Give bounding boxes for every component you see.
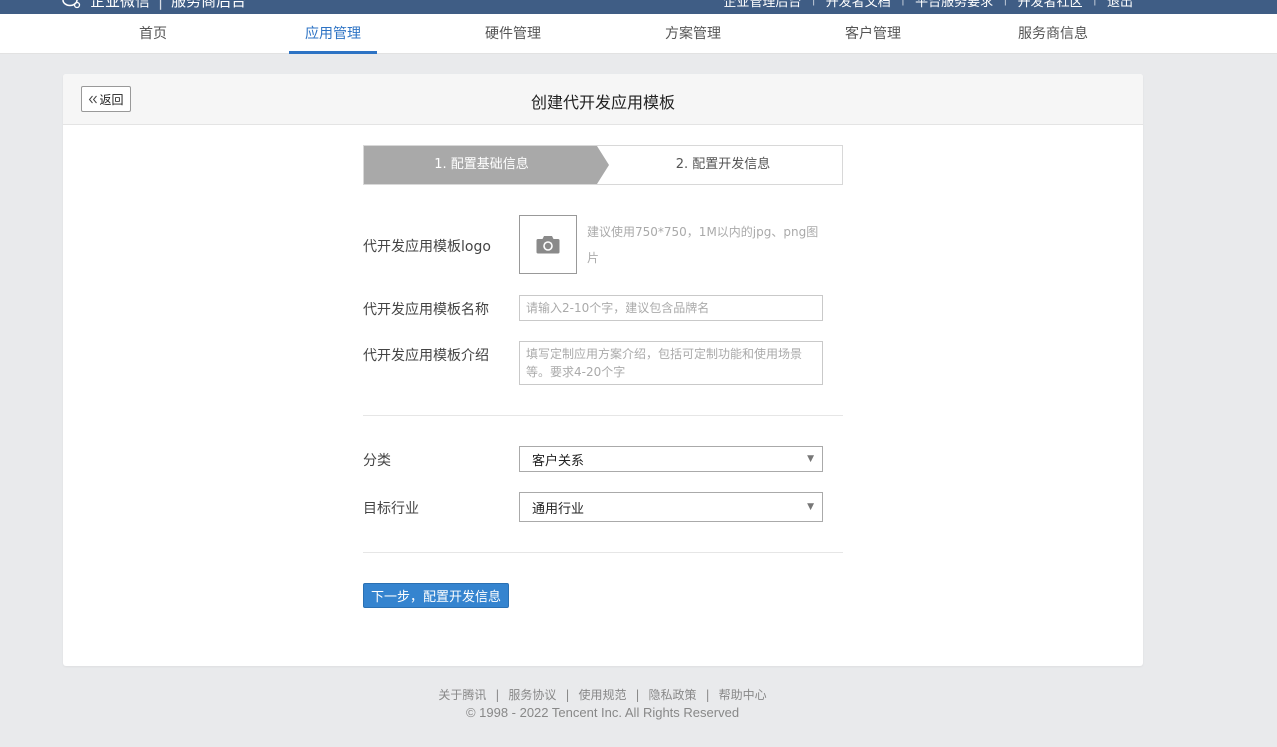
step-indicator: 1. 配置基础信息 2. 配置开发信息	[363, 145, 843, 185]
industry-select[interactable]: 通用行业 ▼	[519, 492, 823, 522]
category-select[interactable]: 客户关系 ▼	[519, 446, 823, 472]
template-desc-textarea[interactable]: 填写定制应用方案介绍，包括可定制功能和使用场景等。要求4-20个字	[519, 341, 823, 385]
brand-separator: |	[158, 0, 164, 10]
footer-links: 关于腾讯 | 服务协议 | 使用规范 | 隐私政策 | 帮助中心	[438, 688, 767, 702]
camera-icon	[536, 236, 560, 254]
top-links: 企业管理后台| 开发者文档| 平台服务要求| 开发者社区| 退出	[713, 0, 1143, 10]
divider	[363, 415, 843, 416]
step-2-configure-dev: 2. 配置开发信息	[675, 157, 771, 172]
dropdown-arrow-icon: ▼	[807, 454, 814, 464]
dropdown-arrow-icon: ▼	[807, 502, 814, 512]
main-card: 返回 创建代开发应用模板 1. 配置基础信息 2. 配置开发信息 代开发应用模板…	[63, 74, 1143, 666]
top-link-logout[interactable]: 退出	[1097, 0, 1143, 10]
wecom-logo-icon	[62, 0, 81, 8]
brand-subtitle: 服务商后台	[171, 0, 247, 10]
industry-value: 通用行业	[532, 501, 585, 517]
top-link-docs[interactable]: 开发者文档	[816, 0, 901, 10]
footer-link-about[interactable]: 关于腾讯	[438, 688, 486, 702]
tab-solution-management[interactable]: 方案管理	[649, 14, 737, 54]
footer-link-help[interactable]: 帮助中心	[719, 688, 767, 702]
next-step-button[interactable]: 下一步，配置开发信息	[363, 583, 509, 608]
desc-label: 代开发应用模板介绍	[363, 348, 489, 364]
tab-customer-management[interactable]: 客户管理	[829, 14, 917, 54]
category-label: 分类	[363, 453, 391, 469]
logo-label: 代开发应用模板logo	[363, 239, 491, 255]
logo-upload-button[interactable]	[519, 215, 577, 274]
footer-link-privacy[interactable]: 隐私政策	[649, 688, 697, 702]
name-label: 代开发应用模板名称	[363, 302, 489, 318]
footer-link-rules[interactable]: 使用规范	[578, 688, 626, 702]
card-header: 返回 创建代开发应用模板	[63, 74, 1143, 125]
top-link-admin[interactable]: 企业管理后台	[713, 0, 811, 10]
top-bar: 企业微信 | 服务商后台 企业管理后台| 开发者文档| 平台服务要求| 开发者社…	[0, 0, 1277, 14]
main-nav: 首页 应用管理 硬件管理 方案管理 客户管理 服务商信息	[0, 14, 1277, 54]
tab-hardware-management[interactable]: 硬件管理	[469, 14, 557, 54]
top-link-requirements[interactable]: 平台服务要求	[905, 0, 1003, 10]
category-value: 客户关系	[532, 453, 585, 469]
footer: 关于腾讯 | 服务协议 | 使用规范 | 隐私政策 | 帮助中心 © 1998 - 2022 T…	[0, 686, 1205, 720]
step-1-configure-basic: 1. 配置基础信息	[434, 157, 529, 172]
logo-hint: 建议使用750*750，1M以内的jpg、png图片	[587, 225, 819, 265]
tab-home[interactable]: 首页	[109, 14, 197, 54]
page-title: 创建代开发应用模板	[530, 93, 675, 112]
template-name-input[interactable]: 请输入2-10个字，建议包含品牌名	[519, 295, 823, 321]
brand[interactable]: 企业微信 | 服务商后台	[62, 0, 246, 11]
footer-link-agreement[interactable]: 服务协议	[508, 688, 556, 702]
tab-provider-info[interactable]: 服务商信息	[1009, 14, 1097, 54]
tab-app-management[interactable]: 应用管理	[289, 14, 377, 54]
divider	[363, 552, 843, 553]
top-link-community[interactable]: 开发者社区	[1008, 0, 1093, 10]
copyright: © 1998 - 2022 Tencent Inc. All Rights Re…	[465, 705, 740, 720]
brand-name: 企业微信	[90, 0, 151, 10]
industry-label: 目标行业	[363, 501, 419, 517]
